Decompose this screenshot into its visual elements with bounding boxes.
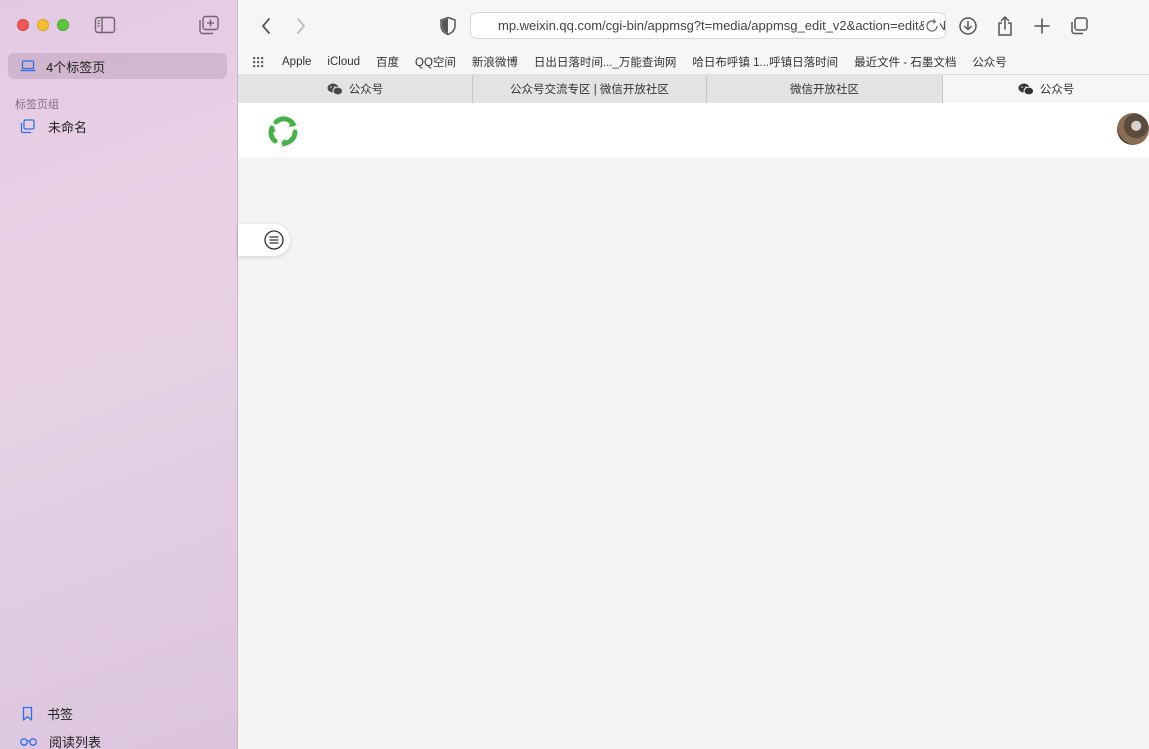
tab-groups-heading: 标签页组 xyxy=(15,99,59,111)
sidebar-item-tabs[interactable]: 4个标签页 xyxy=(8,53,227,79)
window-controls xyxy=(17,19,69,31)
bookmark-link[interactable]: 新浪微博 xyxy=(472,54,518,70)
bookmark-link[interactable]: 百度 xyxy=(376,54,399,70)
new-tab-button[interactable] xyxy=(1030,14,1054,38)
wechat-icon xyxy=(1018,83,1034,95)
reload-icon[interactable] xyxy=(924,18,940,34)
tab-open-community[interactable]: 微信开放社区 xyxy=(707,75,943,103)
plus-icon xyxy=(1034,18,1050,34)
avatar[interactable] xyxy=(1117,113,1149,145)
list-icon xyxy=(264,230,284,250)
laptop-icon xyxy=(20,60,36,72)
close-window-button[interactable] xyxy=(17,19,29,31)
downloads-button[interactable] xyxy=(956,14,980,38)
back-button[interactable] xyxy=(254,14,278,38)
share-icon xyxy=(998,16,1012,36)
tab-label: 公众号交流专区 | 微信开放社区 xyxy=(510,84,669,96)
sidebar-toggle-icon[interactable] xyxy=(94,16,116,34)
tab-label: 公众号 xyxy=(1039,84,1075,96)
reading-glasses-icon xyxy=(20,737,37,746)
bookmark-link[interactable]: QQ空间 xyxy=(415,54,456,70)
bookmark-link[interactable]: 最近文件 - 石墨文档 xyxy=(854,54,956,70)
tab-label: 公众号 xyxy=(348,84,384,96)
bookmark-link[interactable]: iCloud xyxy=(327,56,360,68)
tab-gongzhonghao[interactable]: 公众号 xyxy=(238,75,473,103)
sidebar-item-unnamed-group[interactable]: 未命名 xyxy=(20,117,87,136)
bookmark-link[interactable]: Apple xyxy=(282,56,311,68)
sidebar: 4个标签页 标签页组 未命名 书签 阅读列表 xyxy=(0,0,238,749)
grid-icon[interactable] xyxy=(252,55,266,69)
bookmark-icon xyxy=(22,706,33,721)
forward-button[interactable] xyxy=(289,14,313,38)
sidebar-item-label: 未命名 xyxy=(48,120,88,135)
page-content xyxy=(238,103,1149,749)
address-bar[interactable]: mp.weixin.qq.com/cgi-bin/appmsg?t=media/… xyxy=(470,12,946,39)
sidebar-item-label: 4个标签页 xyxy=(46,59,106,75)
bookmark-link[interactable]: 日出日落时间..._万能查询网 xyxy=(534,54,676,70)
download-icon xyxy=(959,17,977,35)
new-tab-group-icon[interactable] xyxy=(198,15,220,35)
tab-bar: 公众号 公众号交流专区 | 微信开放社区 微信开放社区 公众号 xyxy=(238,75,1149,103)
share-button[interactable] xyxy=(993,14,1017,38)
privacy-report-icon[interactable] xyxy=(439,16,457,36)
chevron-right-icon xyxy=(297,18,305,34)
browser-toolbar: mp.weixin.qq.com/cgi-bin/appmsg?t=media/… xyxy=(238,0,1149,50)
tab-overview-button[interactable] xyxy=(1067,14,1091,38)
sidebar-item-label: 书签 xyxy=(47,707,74,722)
chevron-left-icon xyxy=(262,18,270,34)
tab-community-exchange[interactable]: 公众号交流专区 | 微信开放社区 xyxy=(473,75,707,103)
address-bar-url: mp.weixin.qq.com/cgi-bin/appmsg?t=media/… xyxy=(498,18,946,33)
tab-label: 微信开放社区 xyxy=(790,84,859,96)
bookmark-link[interactable]: 公众号 xyxy=(972,54,1007,70)
sidebar-item-bookmarks[interactable]: 书签 xyxy=(20,704,73,723)
tab-group-icon xyxy=(20,119,35,134)
wechat-mp-logo-icon[interactable] xyxy=(266,114,300,148)
favorites-bar: Apple iCloud 百度 QQ空间 新浪微博 日出日落时间..._万能查询… xyxy=(238,50,1149,75)
bookmark-link[interactable]: 哈日布呼镇 1...呼镇日落时间 xyxy=(692,54,838,70)
sidebar-item-label: 阅读列表 xyxy=(49,735,102,749)
tab-overview-icon xyxy=(1071,17,1088,35)
minimize-window-button[interactable] xyxy=(37,19,49,31)
wechat-icon xyxy=(327,83,343,95)
zoom-window-button[interactable] xyxy=(57,19,69,31)
tab-gongzhonghao-active[interactable]: 公众号 xyxy=(943,75,1149,103)
sidebar-item-reading-list[interactable]: 阅读列表 xyxy=(20,732,101,749)
page-header xyxy=(238,103,1149,157)
floating-menu-button[interactable] xyxy=(238,224,290,256)
